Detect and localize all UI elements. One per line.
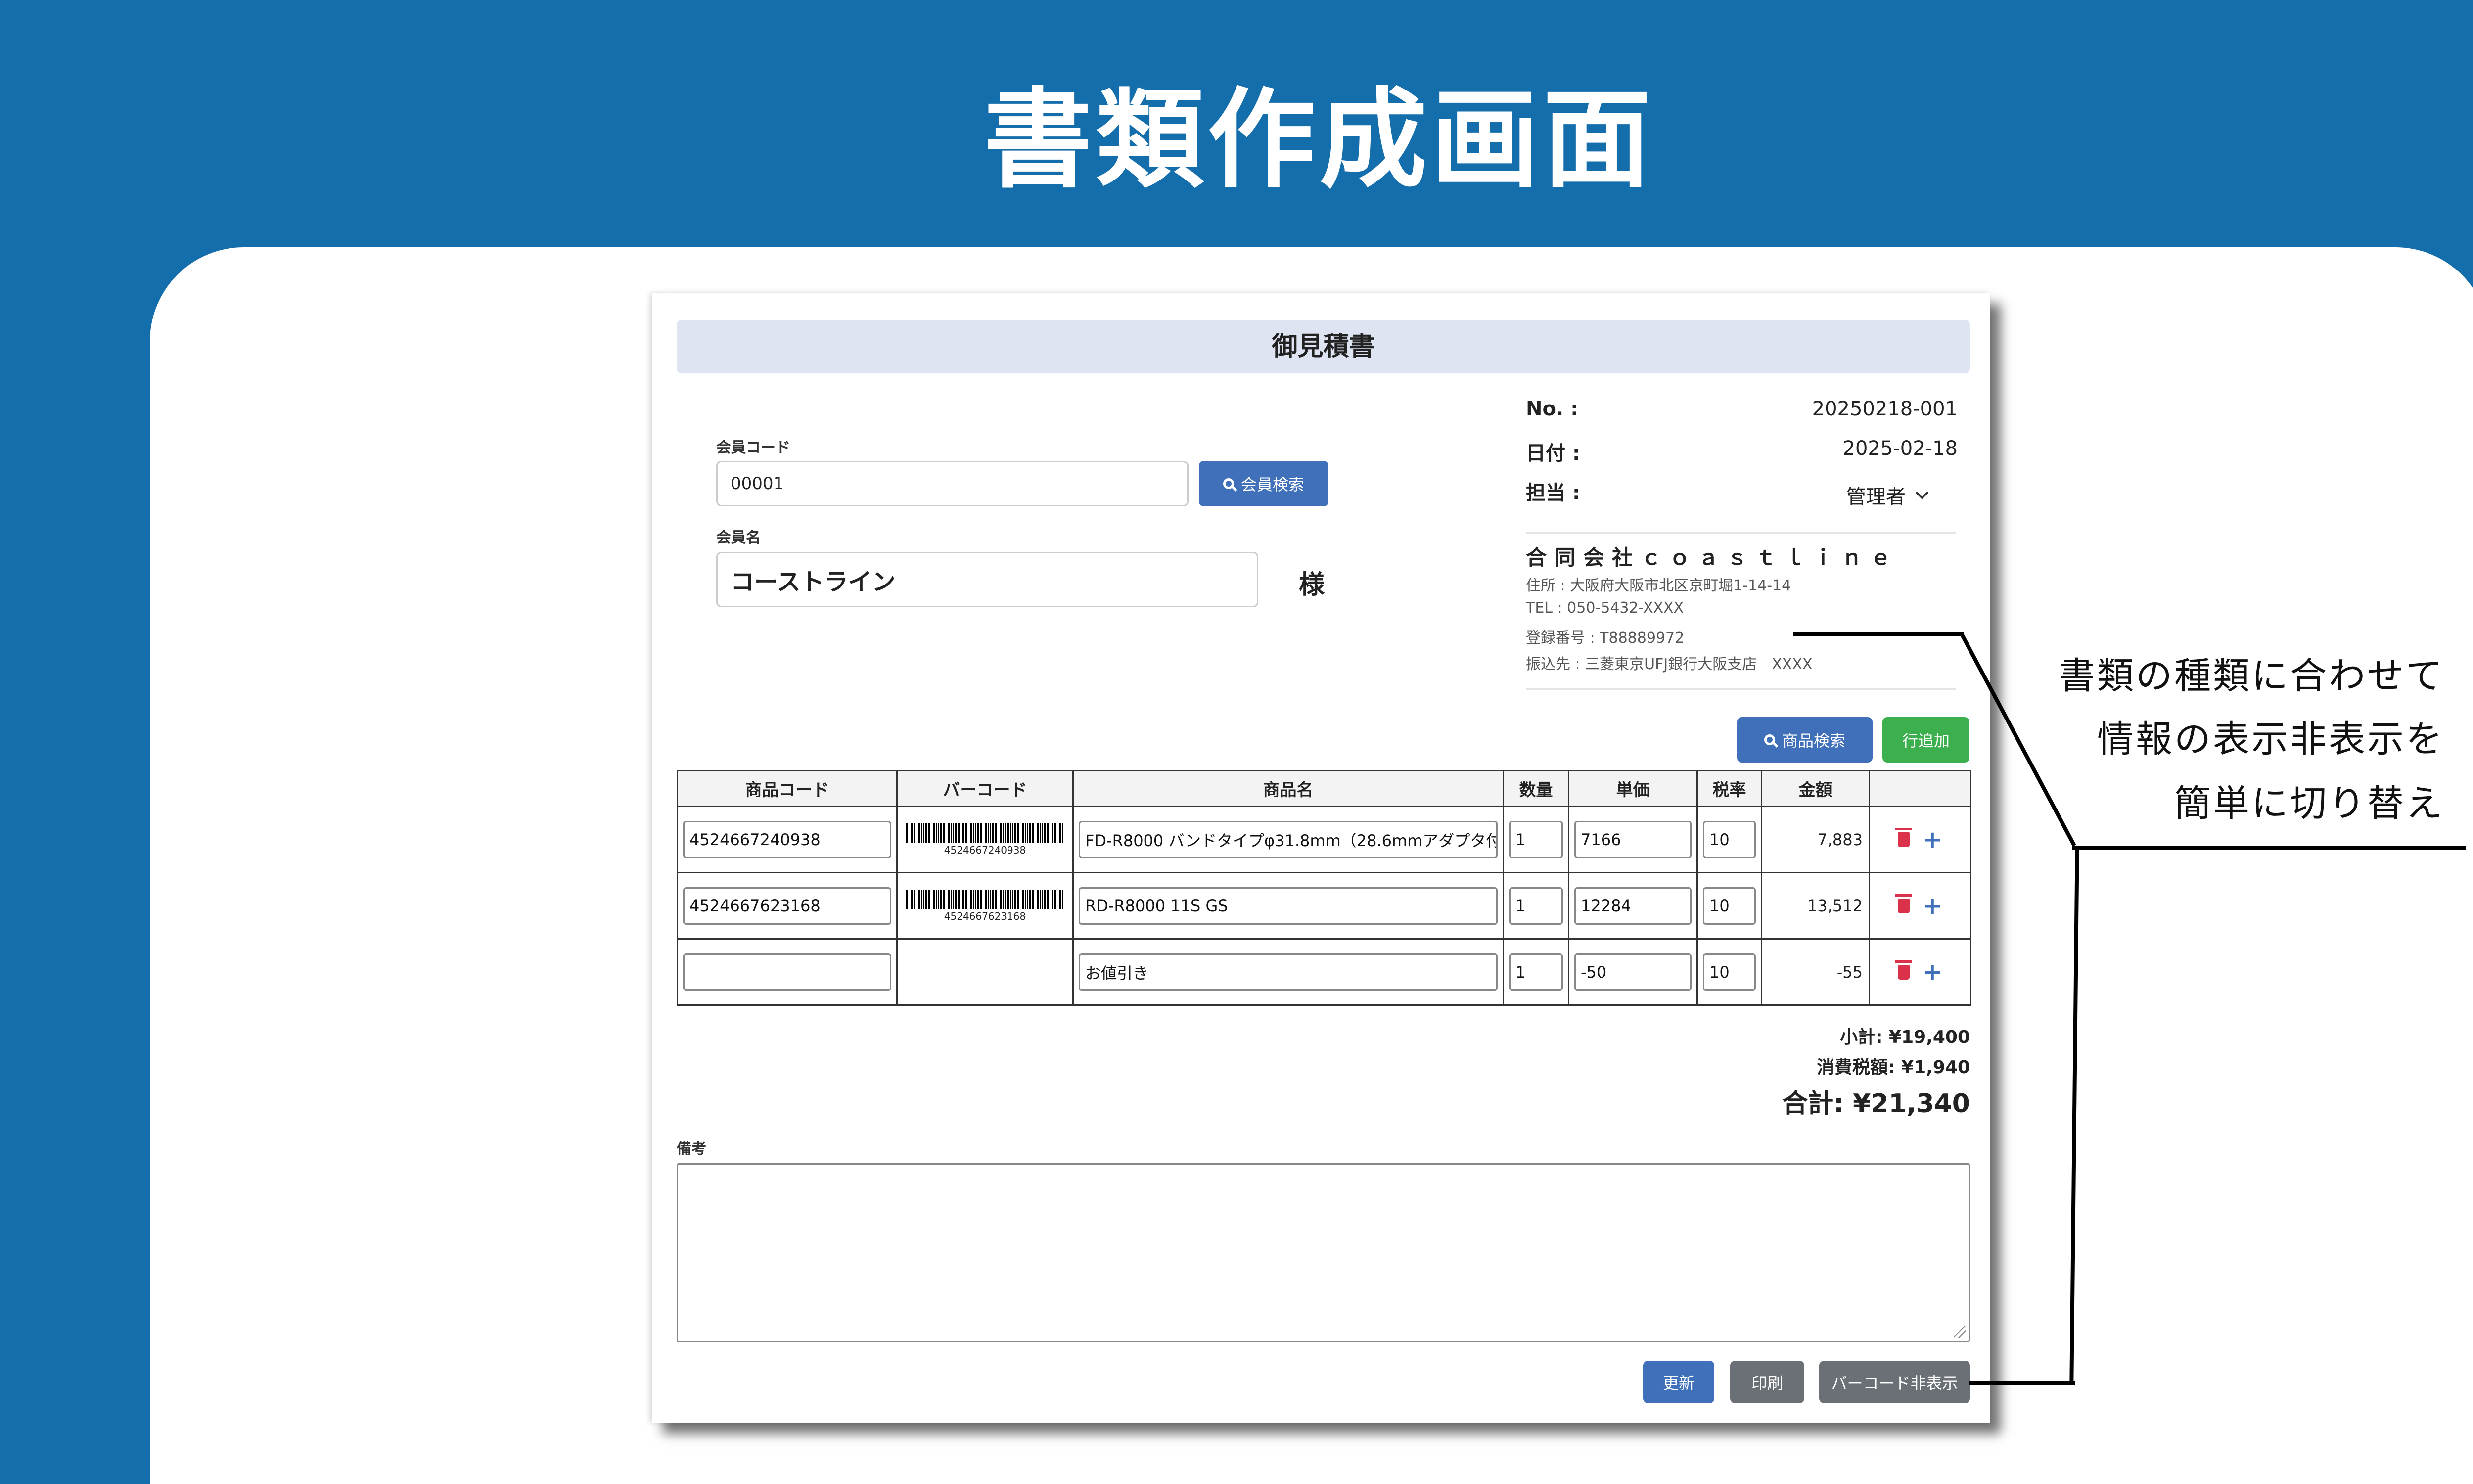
member-code-input[interactable]: 00001: [716, 461, 1189, 506]
column-header-amount: 金額: [1761, 770, 1870, 807]
column-header-tax: 税率: [1696, 770, 1762, 807]
divider: [1526, 688, 1956, 690]
search-icon: [1764, 734, 1775, 745]
unit-price-input[interactable]: 12284: [1574, 887, 1692, 925]
table-row: 4524667240938 4524667240938 FD-R8000 バンド…: [677, 806, 1971, 873]
plus-icon[interactable]: +: [1923, 894, 1942, 918]
unit-price-input[interactable]: -50: [1574, 953, 1692, 991]
callout-text-line-1: 書類の種類に合わせて: [2059, 655, 2444, 697]
column-header-barcode: バーコード: [896, 770, 1074, 807]
product-code-input[interactable]: [683, 953, 891, 991]
barcode-bars: [906, 889, 1064, 909]
slide-title: 書類作成画面: [984, 78, 1655, 203]
company-tel: TEL : 050-5432-XXXX: [1526, 599, 1684, 617]
trash-icon[interactable]: [1895, 960, 1912, 980]
member-search-label: 会員検索: [1240, 475, 1304, 494]
quantity-input[interactable]: 1: [1509, 820, 1563, 858]
table-row: お値引き 1 -50 10 -55 +: [677, 938, 1971, 1006]
column-header-code: 商品コード: [677, 770, 898, 807]
company-address: 住所 : 大阪府大阪市北区京町堀1-14-14: [1526, 577, 1791, 594]
barcode: 4524667240938: [903, 823, 1067, 856]
doc-number-label: No. :: [1526, 398, 1579, 420]
member-name-label: 会員名: [716, 529, 761, 546]
member-search-button[interactable]: 会員検索: [1199, 461, 1328, 506]
divider: [1526, 532, 1956, 534]
staff-select[interactable]: 管理者: [1846, 481, 1929, 509]
update-button[interactable]: 更新: [1643, 1361, 1714, 1403]
date-label: 日付 :: [1526, 442, 1580, 465]
callout-text-line-2: 情報の表示非表示を: [2097, 718, 2444, 761]
column-header-name: 商品名: [1072, 770, 1504, 807]
callout-line-bottom: [1969, 1381, 2075, 1385]
column-header-qty: 数量: [1503, 770, 1569, 807]
items-table: 商品コード バーコード 商品名 数量 単価 税率 金額 452466724093…: [677, 770, 1971, 1006]
date-value: 2025-02-18: [1842, 437, 1958, 460]
amount-cell: -55: [1761, 938, 1870, 1006]
document-form: 御見積書 会員コード 00001 会員検索 会員名 コーストライン 様 No. …: [652, 293, 1990, 1423]
add-row-button[interactable]: 行追加: [1882, 717, 1969, 763]
company-bank: 振込先 : 三菱東京UFJ銀行大阪支店 XXXX: [1526, 656, 1813, 673]
callout-line-top: [1793, 632, 1964, 636]
tax-rate-input[interactable]: 10: [1703, 820, 1756, 858]
note-textarea[interactable]: [677, 1163, 1970, 1342]
table-header-row: 商品コード バーコード 商品名 数量 単価 税率 金額: [677, 770, 1971, 807]
tax-rate-input[interactable]: 10: [1703, 887, 1756, 925]
staff-value: 管理者: [1846, 486, 1906, 508]
tax-rate-input[interactable]: 10: [1703, 953, 1756, 991]
product-search-label: 商品検索: [1782, 731, 1845, 750]
subtotal: 小計: ¥19,400: [1840, 1027, 1970, 1047]
barcode: 4524667623168: [903, 889, 1067, 922]
tax-total: 消費税額: ¥1,940: [1817, 1057, 1970, 1078]
barcode-bars: [906, 823, 1064, 843]
barcode-number: 4524667240938: [944, 844, 1026, 856]
table-row: 4524667623168 4524667623168 RD-R8000 11S…: [677, 872, 1971, 940]
resize-handle-icon[interactable]: [1954, 1326, 1966, 1338]
callout-text-line-3: 簡単に切り替え: [2174, 782, 2444, 825]
doc-number-value: 20250218-001: [1812, 398, 1958, 420]
trash-icon[interactable]: [1895, 827, 1912, 847]
staff-label: 担当 :: [1526, 482, 1580, 504]
honorific: 様: [1299, 570, 1325, 600]
product-name-input[interactable]: RD-R8000 11S GS: [1079, 887, 1498, 925]
quantity-input[interactable]: 1: [1509, 887, 1563, 925]
column-header-actions: [1869, 770, 1971, 807]
note-label: 備考: [677, 1140, 706, 1158]
plus-icon[interactable]: +: [1923, 960, 1942, 984]
product-code-input[interactable]: 4524667240938: [683, 820, 891, 858]
amount-cell: 13,512: [1761, 872, 1870, 940]
barcode-number: 4524667623168: [944, 910, 1026, 922]
callout-line-horizontal: [2072, 846, 2466, 850]
grand-total: 合計: ¥21,340: [1782, 1089, 1970, 1119]
print-button[interactable]: 印刷: [1730, 1361, 1804, 1403]
search-icon: [1223, 478, 1234, 489]
column-header-price: 単価: [1568, 770, 1698, 807]
quantity-input[interactable]: 1: [1509, 953, 1563, 991]
member-name-input[interactable]: コーストライン: [716, 552, 1258, 607]
chevron-down-icon: [1915, 491, 1929, 499]
company-name: 合同会社ｃｏａｓｔｌｉｎｅ: [1526, 545, 1899, 570]
unit-price-input[interactable]: 7166: [1574, 820, 1692, 858]
barcode-empty-cell: [896, 938, 1074, 1006]
product-name-input[interactable]: FD-R8000 バンドタイプφ31.8mm（28.6mmアダプタ付）: [1079, 820, 1498, 858]
barcode-toggle-button[interactable]: バーコード非表示: [1819, 1361, 1970, 1403]
trash-icon[interactable]: [1895, 894, 1912, 913]
document-title: 御見積書: [677, 320, 1970, 373]
product-search-button[interactable]: 商品検索: [1737, 717, 1873, 763]
product-name-input[interactable]: お値引き: [1079, 953, 1498, 991]
plus-icon[interactable]: +: [1923, 828, 1942, 852]
member-code-label: 会員コード: [716, 439, 790, 456]
product-code-input[interactable]: 4524667623168: [683, 887, 891, 925]
company-registration: 登録番号 : T88889972: [1526, 630, 1685, 647]
amount-cell: 7,883: [1761, 806, 1870, 873]
